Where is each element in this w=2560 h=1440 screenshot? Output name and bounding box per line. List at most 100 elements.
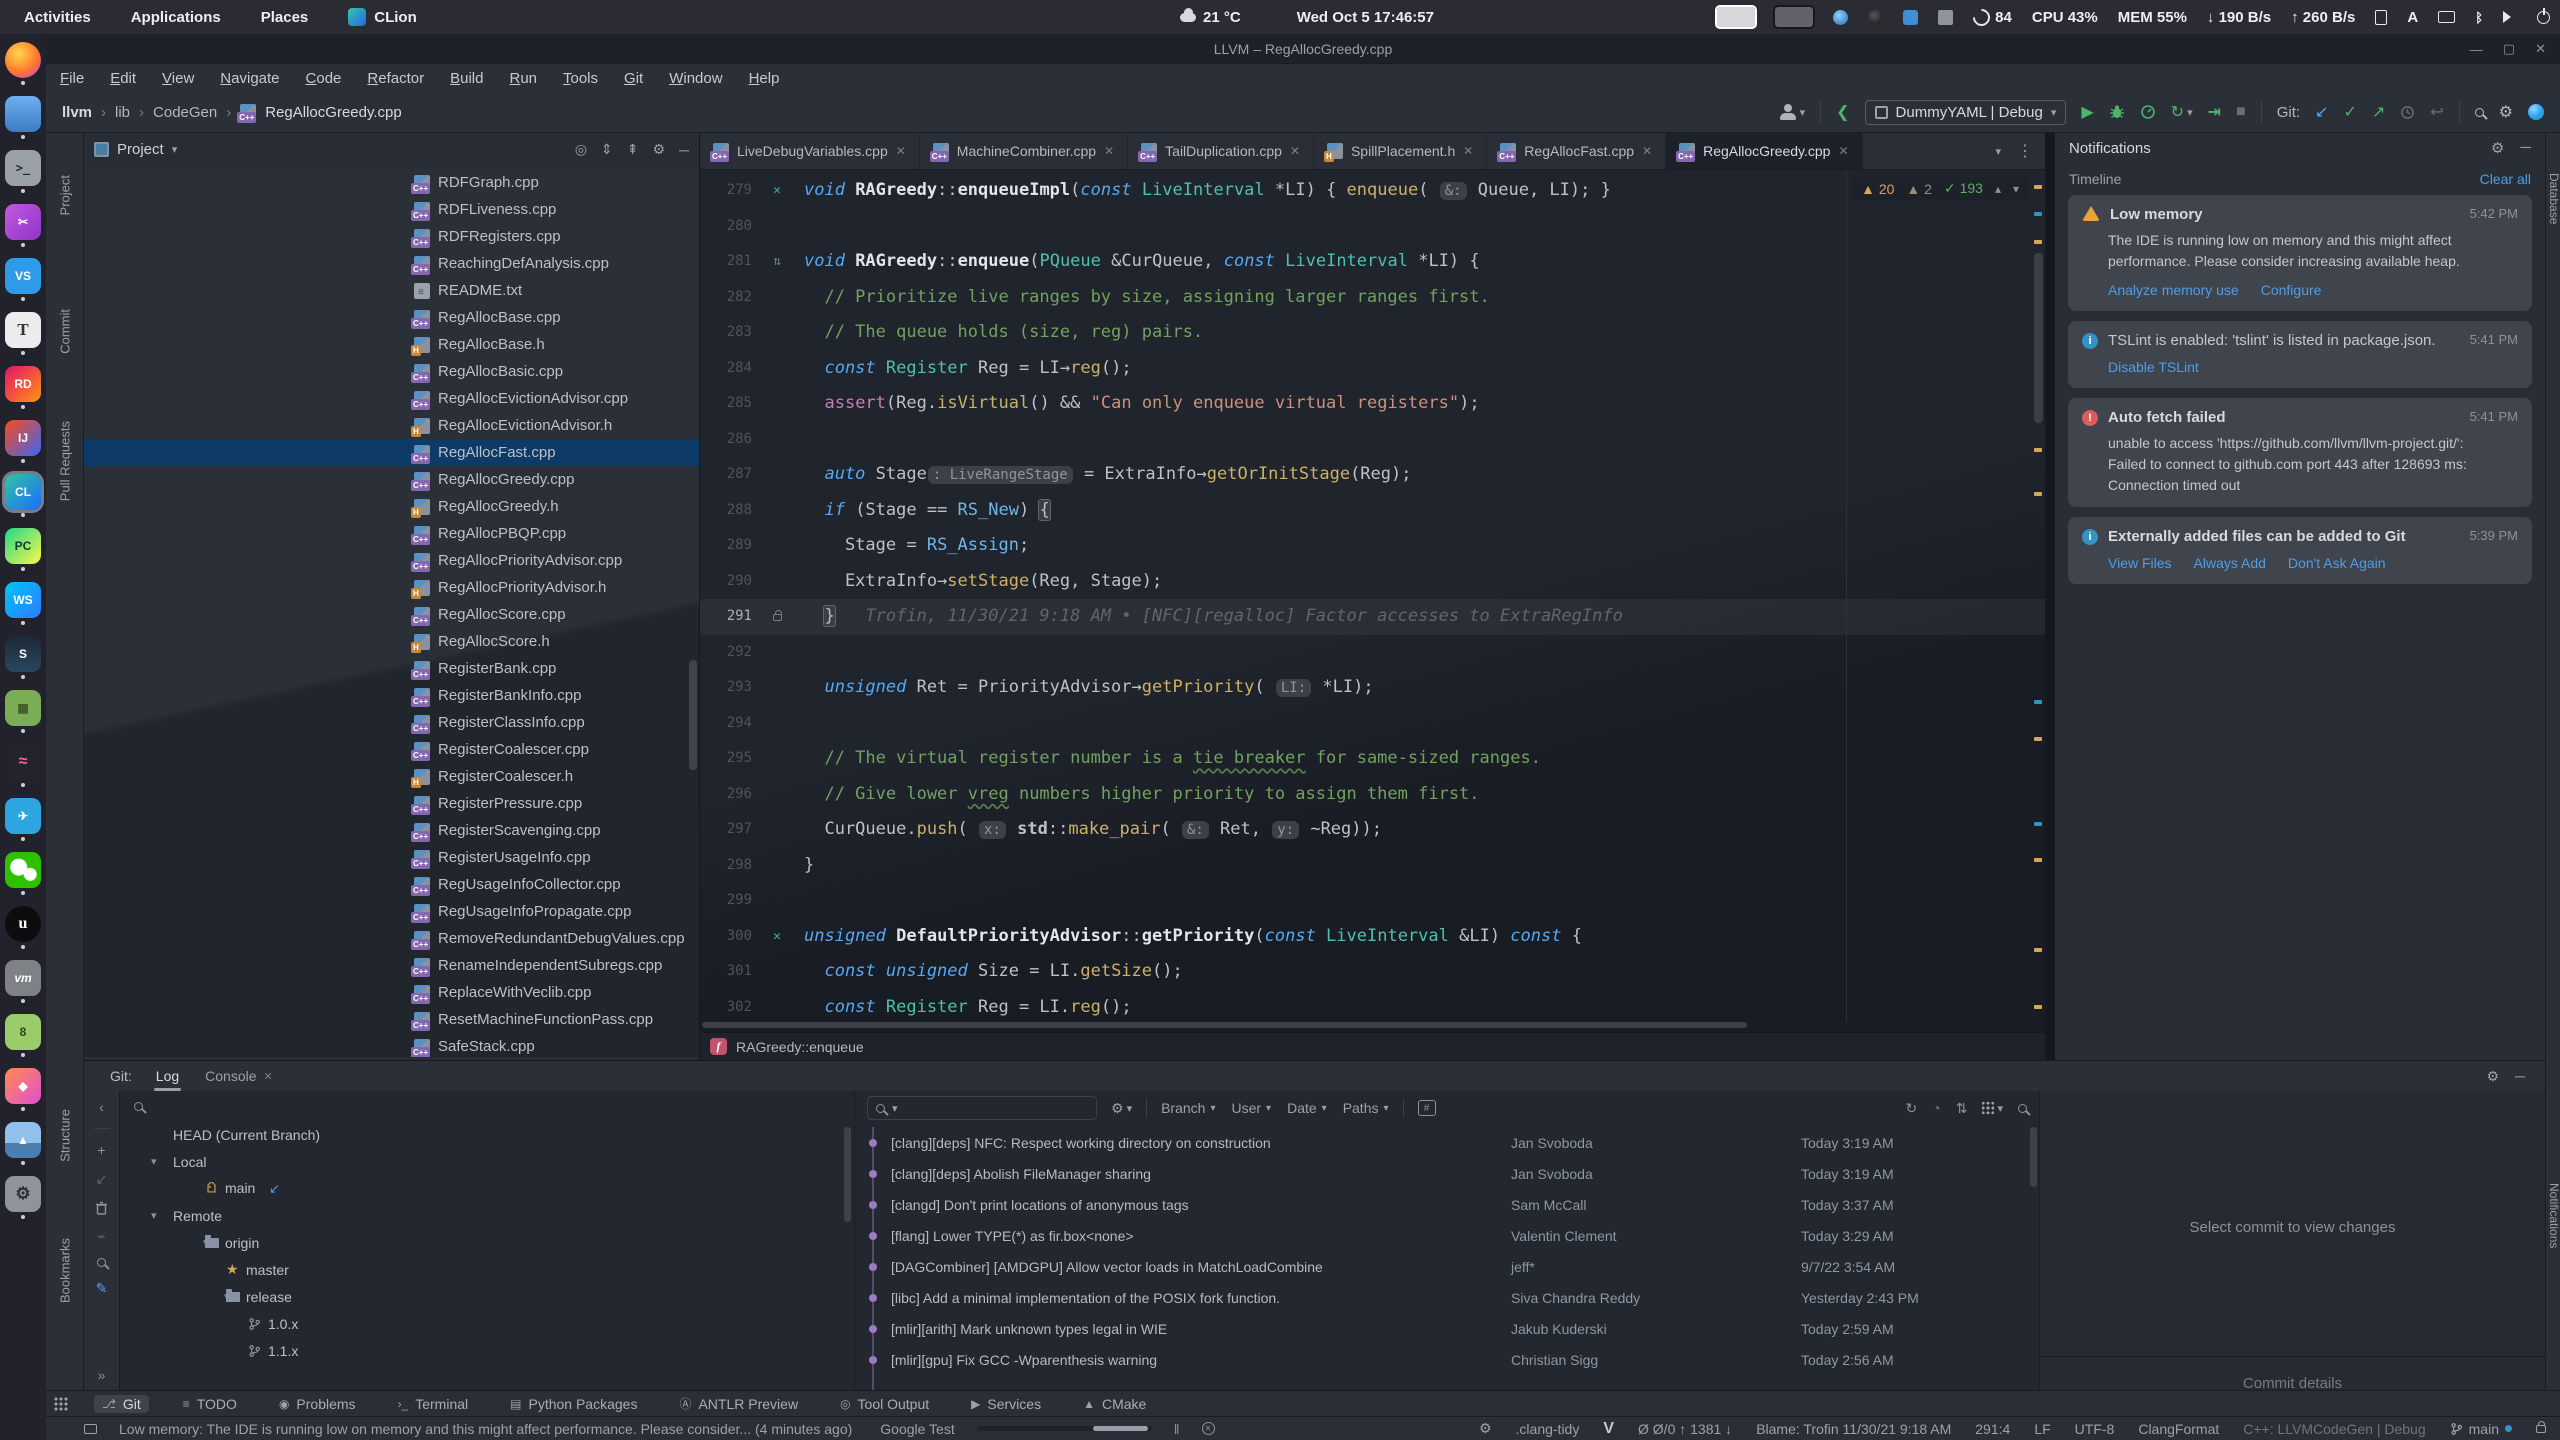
tree-item-RegisterBank.cpp[interactable]: C++RegisterBank.cpp (84, 655, 699, 682)
sidebar-item-notifications[interactable]: Notifications (2547, 1183, 2560, 1248)
tree-item-ResetMachineFunctionPass.cpp[interactable]: C++ResetMachineFunctionPass.cpp (84, 1006, 699, 1033)
sidebar-item-database[interactable]: Database (2547, 173, 2560, 224)
commit-row[interactable]: [flang] Lower TYPE(*) as fir.box<none>Va… (855, 1220, 2039, 1251)
volume-icon[interactable] (2503, 11, 2517, 23)
activities-button[interactable]: Activities (24, 9, 91, 26)
error-stripe-mark[interactable] (2034, 1005, 2042, 1009)
window-title-bar[interactable]: LLVM – RegAllocGreedy.cpp — ▢ ✕ (46, 34, 2560, 64)
tool-window-button-git[interactable]: ⎇Git (94, 1395, 149, 1413)
code-line-289[interactable]: 289 Stage = RS_Assign; (700, 528, 2045, 564)
cancel-task-icon[interactable]: ✕ (1202, 1422, 1215, 1435)
webstorm-launcher[interactable]: WS (5, 582, 41, 625)
tab-timeline[interactable]: Timeline (2069, 171, 2121, 187)
breadcrumb-item[interactable]: CodeGen (153, 104, 217, 121)
git-sync-widget[interactable]: Ø Ø/0 ↑ 1381 ↓ (1638, 1421, 1732, 1437)
link-disable-tslint[interactable]: Disable TSLint (2108, 359, 2199, 375)
hide-notifications-icon[interactable]: ─ (2520, 139, 2531, 157)
tree-item-ReplaceWithVeclib.cpp[interactable]: C++ReplaceWithVeclib.cpp (84, 979, 699, 1006)
tree-item-RegAllocGreedy.cpp[interactable]: C++RegAllocGreedy.cpp (84, 466, 699, 493)
edit-icon[interactable]: ✎ (96, 1280, 108, 1297)
tree-item-RegAllocBase.h[interactable]: HRegAllocBase.h (84, 331, 699, 358)
branch-row-HEAD-Current-Branch-[interactable]: HEAD (Current Branch) (120, 1121, 854, 1148)
tree-item-README.txt[interactable]: ≡README.txt (84, 277, 699, 304)
workspace-1-thumbnail[interactable] (1717, 7, 1755, 27)
tree-item-RegisterCoalescer.h[interactable]: HRegisterCoalescer.h (84, 763, 699, 790)
lock-icon[interactable] (2536, 1425, 2546, 1433)
editor-tab-LiveDebugVariables.cpp[interactable]: C++LiveDebugVariables.cpp✕ (700, 133, 920, 169)
weather-indicator[interactable]: 21 °C (1180, 9, 1241, 26)
firefox-launcher[interactable] (5, 42, 41, 85)
code-line-298[interactable]: 298} (700, 848, 2045, 884)
file-manager-launcher[interactable] (5, 96, 41, 139)
intellij-idea-launcher[interactable]: IJ (5, 420, 41, 463)
tree-item-RegisterUsageInfo.cpp[interactable]: C++RegisterUsageInfo.cpp (84, 844, 699, 871)
vmware-launcher[interactable]: vm (5, 960, 41, 1003)
close-tab-icon[interactable]: ✕ (1838, 144, 1848, 158)
code-line-282[interactable]: 282 // Prioritize live ranges by size, a… (700, 280, 2045, 316)
tree-item-RegAllocPBQP.cpp[interactable]: C++RegAllocPBQP.cpp (84, 520, 699, 547)
code-line-288[interactable]: 288 if (Stage == RS_New) { (700, 493, 2045, 529)
git-branch-widget[interactable]: main (2450, 1421, 2512, 1437)
background-task-label[interactable]: Google Test (880, 1421, 954, 1437)
code-line-301[interactable]: 301 const unsigned Size = LI.getSize(); (700, 954, 2045, 990)
collapse-icon[interactable]: ‹ (99, 1099, 104, 1115)
close-tab-icon[interactable]: ✕ (896, 144, 906, 158)
prism-launcher-launcher[interactable]: ◆ (5, 1068, 41, 1111)
filter-user[interactable]: User▾ (1231, 1100, 1271, 1116)
menu-help[interactable]: Help (749, 70, 780, 87)
error-stripe-mark[interactable] (2034, 737, 2042, 741)
commit-row[interactable]: [clangd] Don't print locations of anonym… (855, 1189, 2039, 1220)
refresh-icon[interactable]: ↻ (1906, 1100, 1918, 1117)
menu-refactor[interactable]: Refactor (367, 70, 424, 87)
tree-item-RegAllocBase.cpp[interactable]: C++RegAllocBase.cpp (84, 304, 699, 331)
search-icon[interactable] (97, 1258, 106, 1267)
git-rollback-icon[interactable]: ↩ (2430, 102, 2443, 122)
code-line-279[interactable]: 279✕void RAGreedy::enqueueImpl(const Liv… (700, 173, 2045, 209)
editor-breadcrumb[interactable]: RAGreedy::enqueue (736, 1039, 864, 1055)
tree-item-RegAllocScore.cpp[interactable]: C++RegAllocScore.cpp (84, 601, 699, 628)
clipboard-icon[interactable] (2375, 10, 2387, 25)
tree-item-RDFLiveness.cpp[interactable]: C++RDFLiveness.cpp (84, 196, 699, 223)
code-line-297[interactable]: 297 CurQueue.push( x: std::make_pair( &:… (700, 812, 2045, 848)
branch-row-release[interactable]: ▾release (120, 1283, 854, 1310)
editor-tab-RegAllocFast.cpp[interactable]: C++RegAllocFast.cpp✕ (1487, 133, 1666, 169)
tool-window-button-services[interactable]: ▶Services (963, 1395, 1049, 1413)
tree-item-SafeStack.cpp[interactable]: C++SafeStack.cpp (84, 1033, 699, 1057)
build-icon[interactable]: ❮ (1836, 102, 1849, 122)
wechat-launcher[interactable] (5, 852, 41, 895)
typora-launcher[interactable]: T (5, 312, 41, 355)
editor-tab-MachineCombiner.cpp[interactable]: C++MachineCombiner.cpp✕ (920, 133, 1128, 169)
error-stripe-mark[interactable] (2034, 858, 2042, 862)
commit-row[interactable]: [DAGCombiner] [AMDGPU] Allow vector load… (855, 1251, 2039, 1282)
menu-edit[interactable]: Edit (110, 70, 136, 87)
settings-gear-icon[interactable]: ⚙ (2499, 102, 2513, 122)
notifications-settings-icon[interactable]: ⚙ (2491, 139, 2504, 157)
gutter-icon[interactable]: ✕ (760, 173, 794, 209)
inspections-widget[interactable]: ▲ 20 ▲ 2 ✓ 193 ▴ ▾ (1851, 177, 2029, 200)
tool-window-button-python-packages[interactable]: ▤Python Packages (502, 1395, 645, 1413)
editor-tab-SpillPlacement.h[interactable]: HSpillPlacement.h✕ (1314, 133, 1487, 169)
git-push-button[interactable]: ↗ (2372, 102, 2385, 122)
code-line-296[interactable]: 296 // Give lower vreg numbers higher pr… (700, 777, 2045, 813)
notification-card[interactable]: Low memory5:42 PMThe IDE is running low … (2068, 195, 2532, 311)
notification-card[interactable]: iTSLint is enabled: 'tslint' is listed i… (2068, 321, 2532, 388)
clang-tidy-settings-icon[interactable]: ⚙ (1479, 1420, 1492, 1437)
status-message[interactable]: Low memory: The IDE is running low on me… (119, 1421, 852, 1437)
link-view-files[interactable]: View Files (2108, 555, 2172, 571)
notification-card[interactable]: iExternally added files can be added to … (2068, 517, 2532, 584)
git-history-icon[interactable] (2400, 105, 2415, 120)
branch-row-master[interactable]: ★master (120, 1256, 854, 1283)
blame-widget[interactable]: Blame: Trofin 11/30/21 9:18 AM (1756, 1421, 1951, 1437)
run-with-coverage-button[interactable]: ↻▾ (2171, 102, 2193, 122)
code-with-me-icon[interactable] (2528, 104, 2544, 120)
tree-item-RegUsageInfoPropagate.cpp[interactable]: C++RegUsageInfoPropagate.cpp (84, 898, 699, 925)
close-tab-icon[interactable]: ✕ (1642, 144, 1652, 158)
error-stripe-mark[interactable] (2034, 448, 2042, 452)
tree-item-RemoveRedundantDebugValues.cpp[interactable]: C++RemoveRedundantDebugValues.cpp (84, 925, 699, 952)
git-commit-button[interactable]: ✓ (2343, 102, 2356, 122)
places-menu[interactable]: Places (261, 9, 309, 26)
minimize-button[interactable]: — (2470, 42, 2483, 57)
zen-app-launcher[interactable]: ≈ (5, 744, 41, 787)
code-line-293[interactable]: 293 unsigned Ret = PriorityAdvisor→getPr… (700, 670, 2045, 706)
tree-item-RegAllocPriorityAdvisor.cpp[interactable]: C++RegAllocPriorityAdvisor.cpp (84, 547, 699, 574)
